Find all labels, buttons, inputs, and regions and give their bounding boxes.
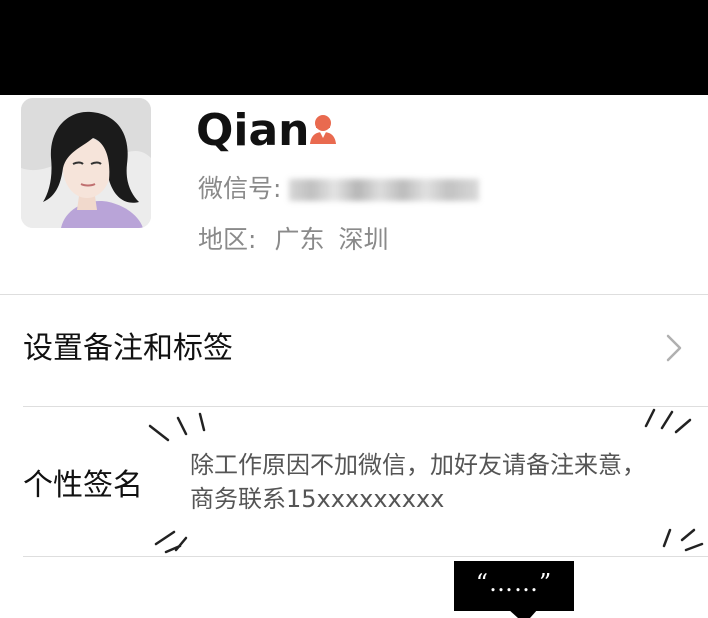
- signature-line-2: 商务联系15xxxxxxxxx: [190, 485, 445, 513]
- profile-name: Qian: [196, 105, 310, 156]
- signature-line-1: 除工作原因不加微信，加好友请备注来意，: [190, 451, 646, 479]
- signature-text: 除工作原因不加微信，加好友请备注来意， 商务联系15xxxxxxxxx: [190, 448, 695, 516]
- wechat-id-row: 微信号:: [198, 171, 480, 207]
- speech-bubble: “……”: [454, 561, 574, 611]
- top-black-bar: [0, 0, 708, 95]
- avatar-illustration: [21, 98, 151, 228]
- region-label: 地区:: [198, 225, 257, 254]
- signature-label: 个性签名: [23, 468, 143, 503]
- avatar[interactable]: [21, 98, 151, 228]
- set-remark-label: 设置备注和标签: [23, 331, 233, 366]
- region-province: 广东: [274, 225, 325, 254]
- chevron-right-icon: [666, 334, 682, 362]
- divider: [0, 294, 708, 295]
- profile-page: Qian 微信号: 地区: 广东 深圳 设置备注和标签 个性签名 除工作原因不加微信…: [0, 0, 708, 618]
- set-remark-and-tags-row[interactable]: 设置备注和标签: [0, 296, 708, 406]
- region-row: 地区: 广东 深圳: [198, 222, 388, 258]
- wechat-id-label: 微信号:: [198, 174, 282, 203]
- divider: [23, 556, 708, 557]
- wechat-id-value-blurred: [289, 179, 480, 201]
- divider: [23, 406, 708, 407]
- speech-bubble-text: “……”: [475, 569, 553, 597]
- female-user-icon: [310, 115, 336, 144]
- speech-bubble-tail: [508, 609, 538, 618]
- region-city: 深圳: [338, 225, 389, 254]
